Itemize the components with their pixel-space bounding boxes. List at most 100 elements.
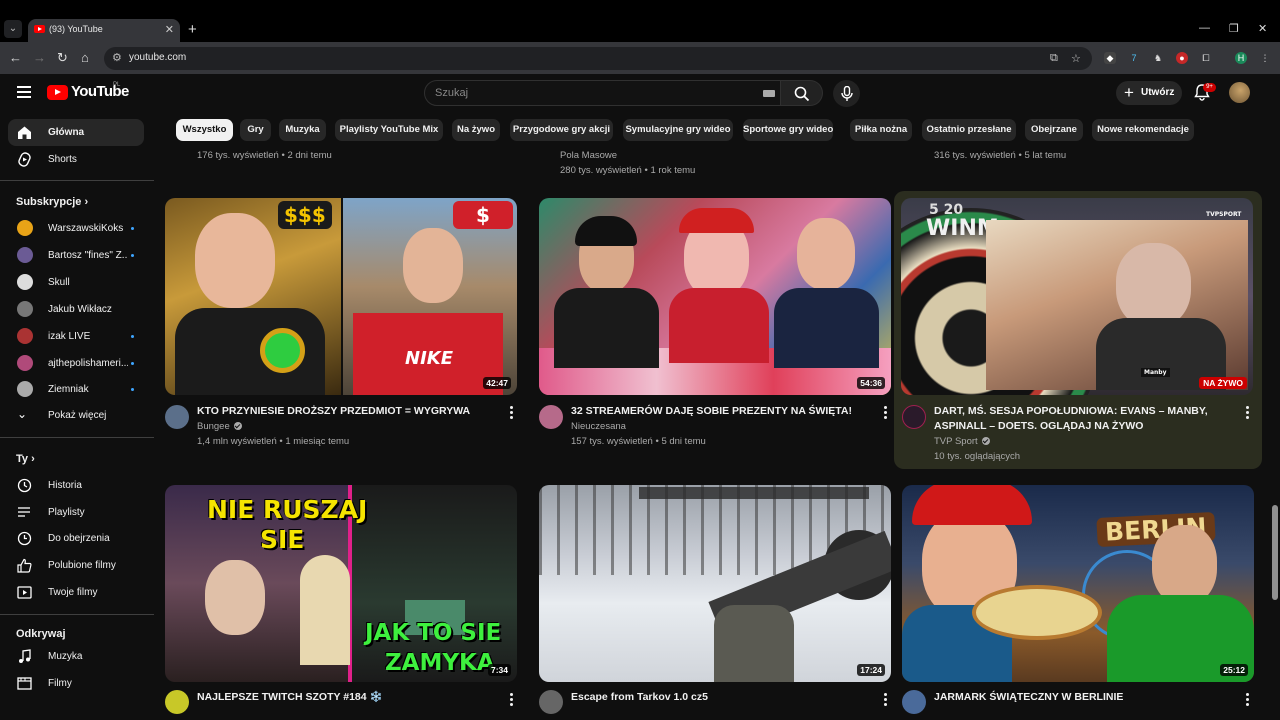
- extension-icon[interactable]: ◆: [1104, 52, 1116, 64]
- address-bar[interactable]: ⚙ youtube.com ⧉ ☆: [104, 47, 1092, 70]
- sidebar-item-subscription[interactable]: izak LIVE: [8, 323, 144, 350]
- url-text: youtube.com: [129, 52, 187, 63]
- channel-name[interactable]: Bungee: [197, 421, 242, 432]
- browser-tab[interactable]: (93) YouTube ✕: [28, 19, 180, 42]
- install-icon[interactable]: ⧉: [1050, 52, 1058, 65]
- sidebar-item-subscription[interactable]: ajthepolishameri...: [8, 350, 144, 377]
- page-scrollbar[interactable]: [1270, 112, 1280, 720]
- chip-simulation[interactable]: Symulacyjne gry wideo: [623, 119, 733, 141]
- extensions-puzzle-icon[interactable]: ⧠: [1200, 52, 1212, 64]
- extension-icon[interactable]: ♞: [1152, 52, 1164, 64]
- search-input[interactable]: [435, 85, 735, 101]
- sidebar-item-subscription[interactable]: WarszawskiKoks: [8, 215, 144, 242]
- video-thumbnail[interactable]: NIE RUSZAJ SIE JAK TO SIE ZAMYKA 7:34: [165, 485, 517, 682]
- restore-icon[interactable]: ❐: [1229, 22, 1239, 35]
- sidebar-item-music[interactable]: Muzyka: [8, 643, 144, 670]
- tab-close-icon[interactable]: ✕: [165, 23, 174, 36]
- video-title[interactable]: 32 STREAMERÓW DAJĘ SOBIE PREZENTY NA ŚWI…: [571, 404, 861, 419]
- chip-watched[interactable]: Obejrzane: [1025, 119, 1083, 141]
- video-thumbnail[interactable]: BERLIN 25:12: [902, 485, 1254, 682]
- profile-avatar[interactable]: H: [1235, 52, 1247, 64]
- video-title[interactable]: DART, MŚ. SESJA POPOŁUDNIOWA: EVANS – MA…: [934, 404, 1224, 434]
- sidebar-item-shorts[interactable]: Shorts: [8, 146, 144, 173]
- your-videos-icon: [17, 586, 32, 599]
- video-title[interactable]: KTO PRZYNIESIE DROŻSZY PRZEDMIOT = WYGRY…: [197, 404, 487, 419]
- channel-avatar: [17, 355, 33, 371]
- account-avatar[interactable]: [1229, 82, 1250, 103]
- country-code: PL: [113, 82, 121, 88]
- sidebar-item-history[interactable]: Historia: [8, 472, 144, 499]
- video-thumbnail[interactable]: NIKE $$$ $ 42:47: [165, 198, 517, 395]
- video-thumbnail[interactable]: WINM 5 20 TVPSPORT Manby NA ŻYWO: [901, 198, 1253, 395]
- chip-youtube-mix[interactable]: Playlisty YouTube Mix: [335, 119, 443, 141]
- video-title[interactable]: NAJLEPSZE TWITCH SZOTY #184 ❄️: [197, 690, 487, 705]
- channel-avatar[interactable]: [165, 690, 189, 714]
- chip-new-recommendations[interactable]: Nowe rekomendacje: [1092, 119, 1194, 141]
- search-button[interactable]: [781, 80, 823, 106]
- sidebar-item-subscription[interactable]: Skull: [8, 269, 144, 296]
- show-more-button[interactable]: ⌄ Pokaż więcej: [8, 402, 144, 429]
- chip-action-adventure[interactable]: Przygodowe gry akcji: [510, 119, 613, 141]
- video-title[interactable]: Escape from Tarkov 1.0 cz5: [571, 690, 861, 705]
- channel-avatar[interactable]: [539, 405, 563, 429]
- chip-games[interactable]: Gry: [240, 119, 271, 141]
- channel-avatar[interactable]: [539, 690, 563, 714]
- you-heading[interactable]: Ty ›: [16, 453, 35, 465]
- sidebar-item-home[interactable]: Główna: [8, 119, 144, 146]
- thumbnail-face: [403, 228, 463, 303]
- channel-avatar[interactable]: [902, 690, 926, 714]
- more-actions-icon[interactable]: [1246, 406, 1250, 421]
- thumbnail-face: [1116, 243, 1191, 328]
- sidebar-item-movies[interactable]: Filmy: [8, 670, 144, 697]
- chip-live[interactable]: Na żywo: [452, 119, 500, 141]
- menu-icon[interactable]: [17, 86, 31, 101]
- create-button[interactable]: + Utwórz: [1116, 81, 1182, 105]
- chip-recently-uploaded[interactable]: Ostatnio przesłane: [922, 119, 1016, 141]
- translate-extension-icon[interactable]: 7: [1128, 52, 1140, 64]
- video-title[interactable]: JARMARK ŚWIĄTECZNY W BERLINIE: [934, 690, 1224, 705]
- sidebar-item-subscription[interactable]: Ziemniak: [8, 376, 144, 403]
- channel-name[interactable]: Pola Masowe: [560, 150, 617, 161]
- voice-search-button[interactable]: [833, 80, 860, 107]
- forward-icon[interactable]: →: [33, 50, 46, 65]
- home-browser-icon[interactable]: ⌂: [81, 50, 89, 65]
- site-info-icon[interactable]: ⚙: [112, 51, 122, 64]
- sidebar-item-subscription[interactable]: Jakub Wikłacz: [8, 296, 144, 323]
- more-actions-icon[interactable]: [1246, 693, 1250, 708]
- channel-name[interactable]: Nieuczesana: [571, 421, 626, 432]
- extension-icon[interactable]: ●: [1176, 52, 1188, 64]
- tab-search-icon[interactable]: ⌄: [4, 20, 22, 38]
- chip-sports-games[interactable]: Sportowe gry wideo: [743, 119, 833, 141]
- new-tab-button[interactable]: +: [188, 21, 197, 38]
- sidebar-item-liked[interactable]: Polubione filmy: [8, 552, 144, 579]
- sidebar-item-watch-later[interactable]: Do obejrzenia: [8, 525, 144, 552]
- more-actions-icon[interactable]: [884, 693, 888, 708]
- scrollbar-thumb[interactable]: [1272, 505, 1278, 600]
- more-actions-icon[interactable]: [510, 693, 514, 708]
- minimize-icon[interactable]: —: [1199, 22, 1210, 34]
- search-box[interactable]: [424, 80, 781, 106]
- sidebar-item-label: Jakub Wikłacz: [48, 304, 112, 315]
- video-thumbnail[interactable]: 54:36: [539, 198, 891, 395]
- channel-avatar[interactable]: [902, 405, 926, 429]
- reload-icon[interactable]: ↻: [57, 50, 68, 66]
- chip-music[interactable]: Muzyka: [279, 119, 326, 141]
- back-icon[interactable]: ←: [9, 50, 22, 65]
- keyboard-icon[interactable]: [763, 90, 775, 97]
- video-thumbnail[interactable]: 17:24: [539, 485, 891, 682]
- more-actions-icon[interactable]: [884, 406, 888, 421]
- sidebar-item-your-videos[interactable]: Twoje filmy: [8, 579, 144, 606]
- verified-icon: [981, 437, 990, 445]
- chip-football[interactable]: Piłka nożna: [850, 119, 912, 141]
- youtube-logo-icon[interactable]: [47, 85, 68, 100]
- channel-avatar[interactable]: [165, 405, 189, 429]
- chip-all[interactable]: Wszystko: [176, 119, 233, 141]
- channel-name[interactable]: TVP Sport: [934, 436, 990, 447]
- browser-menu-icon[interactable]: ⋮: [1259, 52, 1271, 64]
- sidebar-item-playlists[interactable]: Playlisty: [8, 499, 144, 526]
- subscriptions-heading[interactable]: Subskrypcje ›: [16, 196, 88, 208]
- sidebar-item-subscription[interactable]: Bartosz "fines" Z...: [8, 242, 144, 269]
- window-close-icon[interactable]: ✕: [1258, 22, 1267, 35]
- bookmark-star-icon[interactable]: ☆: [1071, 52, 1081, 65]
- more-actions-icon[interactable]: [510, 406, 514, 421]
